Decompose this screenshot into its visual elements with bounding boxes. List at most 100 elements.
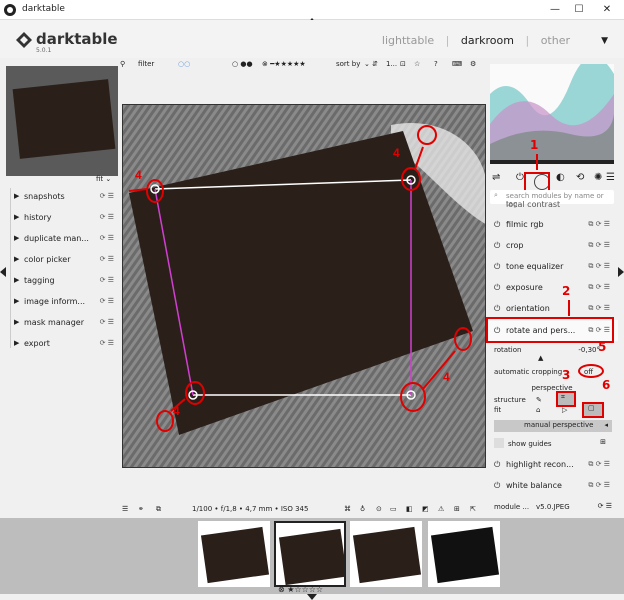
preview-icon[interactable]: ⊙: [376, 505, 382, 513]
filmstrip-thumbnail[interactable]: [350, 521, 422, 587]
photo-view[interactable]: 4 4 4 4: [123, 105, 486, 468]
softproof-icon[interactable]: ◧: [406, 505, 413, 513]
guides-settings-icon[interactable]: ⊞: [600, 438, 606, 446]
fit-vertical-icon[interactable]: ⌂: [536, 406, 540, 414]
display-icon[interactable]: ▭: [390, 505, 397, 513]
left-module-mask-manager[interactable]: ▶ mask manager ⟳ ☰: [14, 312, 118, 333]
module-exposure[interactable]: ⏻ exposure ⧉ ⟳ ☰: [486, 277, 618, 298]
maximize-icon[interactable]: ☐: [568, 2, 590, 18]
view-other[interactable]: other: [541, 34, 570, 47]
warning-icon[interactable]: ⚠: [438, 505, 444, 513]
module-highlight-reconstruction[interactable]: ⏻ highlight recon... ⧉ ⟳ ☰: [486, 454, 618, 475]
gamut-icon[interactable]: ◩: [422, 505, 429, 513]
module-menu-icon[interactable]: ⟳ ☰: [100, 228, 114, 249]
power-icon[interactable]: ⏻: [494, 235, 500, 256]
left-module-image-info[interactable]: ▶ image inform... ⟳ ☰: [14, 291, 118, 312]
expand-icon: ▶: [14, 213, 20, 221]
module-white-balance[interactable]: ⏻ white balance ⧉ ⟳ ☰: [486, 475, 618, 496]
rotation-slider[interactable]: ▲: [494, 354, 602, 362]
module-controls-icon[interactable]: ⧉ ⟳ ☰: [588, 277, 610, 298]
menu-icon[interactable]: ☰: [122, 505, 128, 513]
fit-horizontal-icon[interactable]: ▷: [562, 406, 567, 414]
pencil-icon[interactable]: ✎: [536, 396, 542, 404]
module-menu-icon[interactable]: ⟳ ☰: [100, 291, 114, 312]
sort-label[interactable]: sort by: [336, 60, 360, 68]
power-icon[interactable]: ⏻: [516, 172, 524, 183]
left-module-label: history: [24, 213, 52, 222]
collection-icon[interactable]: ⊡: [400, 60, 406, 68]
collapse-bottom-icon[interactable]: [307, 594, 317, 600]
histogram[interactable]: [490, 64, 614, 164]
power-icon[interactable]: ⏻: [494, 256, 500, 277]
sort-order-icon[interactable]: ⌄ ⇵: [364, 60, 378, 68]
module-controls-icon[interactable]: ⧉ ⟳ ☰: [588, 214, 610, 235]
color-group-icon[interactable]: ◐: [556, 172, 565, 183]
module-menu-icon[interactable]: ⟳ ☰: [100, 312, 114, 333]
left-module-tagging[interactable]: ▶ tagging ⟳ ☰: [14, 270, 118, 291]
presets-icon[interactable]: ⇌: [492, 172, 500, 183]
thumbnail-image: [430, 526, 500, 584]
thumbnail-rating[interactable]: ⊗ ★☆☆☆☆: [278, 585, 323, 594]
styles-icon[interactable]: ⚭: [138, 505, 144, 513]
power-icon[interactable]: ⏻: [494, 277, 500, 298]
help-icon[interactable]: ?: [434, 60, 438, 68]
view-darkroom[interactable]: darkroom: [461, 34, 514, 47]
header: darktable 5.0.1 lighttable | darkroom | …: [0, 20, 624, 58]
left-module-history[interactable]: ▶ history ⟳ ☰: [14, 207, 118, 228]
module-menu-icon[interactable]: ⟳ ☰: [100, 270, 114, 291]
gear-icon[interactable]: ⚙: [470, 60, 476, 68]
idea-icon[interactable]: ♁: [360, 505, 365, 513]
rating-filter[interactable]: ⊗ ━★★★★★: [262, 60, 306, 68]
filter-icon[interactable]: ⚲: [120, 60, 125, 68]
collapse-right-icon[interactable]: [618, 267, 624, 277]
module-controls-icon[interactable]: ⧉ ⟳ ☰: [588, 475, 610, 496]
left-module-color-picker[interactable]: ▶ color picker ⟳ ☰: [14, 249, 118, 270]
power-icon[interactable]: ⏻: [494, 214, 500, 235]
module-menu-icon[interactable]: ⟳ ☰: [100, 186, 114, 207]
show-guides-toggle[interactable]: [494, 438, 504, 448]
left-module-duplicate[interactable]: ▶ duplicate man... ⟳ ☰: [14, 228, 118, 249]
module-filmic-rgb[interactable]: ⏻ filmic rgb ⧉ ⟳ ☰: [486, 214, 618, 235]
effect-group-icon[interactable]: ✺: [594, 172, 602, 183]
second-window-icon[interactable]: ⧉: [156, 505, 161, 514]
module-tone-equalizer[interactable]: ⏻ tone equalizer ⧉ ⟳ ☰: [486, 256, 618, 277]
manual-perspective-button[interactable]: manual perspective ◂: [494, 420, 612, 432]
image-canvas[interactable]: 4 4 4 4: [122, 104, 486, 468]
power-icon[interactable]: ⏻: [494, 298, 500, 319]
view-lighttable[interactable]: lighttable: [382, 34, 434, 47]
correct-group-icon[interactable]: ⟲: [576, 172, 584, 183]
power-icon[interactable]: ⏻: [494, 475, 500, 496]
minimize-icon[interactable]: —: [544, 2, 566, 18]
module-orientation[interactable]: ⏻ orientation ⧉ ⟳ ☰: [486, 298, 618, 319]
filter-label[interactable]: filter: [138, 60, 154, 68]
filmstrip-thumbnail[interactable]: [428, 521, 500, 587]
module-controls-icon[interactable]: ⧉ ⟳ ☰: [588, 298, 610, 319]
module-menu-icon[interactable]: ⟳ ☰: [100, 333, 114, 354]
left-module-export[interactable]: ▶ export ⟳ ☰: [14, 333, 118, 354]
star-icon[interactable]: ☆: [414, 60, 420, 68]
views-dropdown-icon[interactable]: ▼: [601, 36, 608, 46]
power-icon[interactable]: ⏻: [494, 454, 500, 475]
filmstrip-thumbnail-selected[interactable]: [274, 521, 346, 587]
module-controls-icon[interactable]: ⧉ ⟳ ☰: [588, 454, 610, 475]
filmstrip-thumbnail[interactable]: [198, 521, 270, 587]
menu-icon[interactable]: ☰: [606, 172, 615, 183]
rotation-value[interactable]: -0,30°: [578, 346, 600, 354]
filter-range-icon[interactable]: ○○: [178, 60, 190, 68]
module-menu-icon[interactable]: ⟳ ☰: [100, 207, 114, 228]
module-controls-icon[interactable]: ⧉ ⟳ ☰: [588, 235, 610, 256]
footer-controls-icon[interactable]: ⟳ ☰: [598, 502, 612, 510]
module-menu-icon[interactable]: ⟳ ☰: [100, 249, 114, 270]
zoom-fit-select[interactable]: fit ⌄: [96, 175, 111, 183]
module-controls-icon[interactable]: ⧉ ⟳ ☰: [588, 256, 610, 277]
navigation-thumbnail[interactable]: [6, 66, 118, 176]
color-labels-icon[interactable]: ○ ●●: [232, 60, 253, 68]
close-icon[interactable]: ✕: [596, 2, 618, 18]
keyboard-icon[interactable]: ⌨: [452, 60, 462, 68]
module-crop[interactable]: ⏻ crop ⧉ ⟳ ☰: [486, 235, 618, 256]
export-icon[interactable]: ⇱: [470, 505, 476, 513]
left-module-snapshots[interactable]: ▶ snapshots ⟳ ☰: [14, 186, 118, 207]
focus-peaking-icon[interactable]: ⌘: [344, 505, 351, 513]
annotation-number: 6: [602, 378, 611, 392]
guides-icon[interactable]: ⊞: [454, 505, 460, 513]
